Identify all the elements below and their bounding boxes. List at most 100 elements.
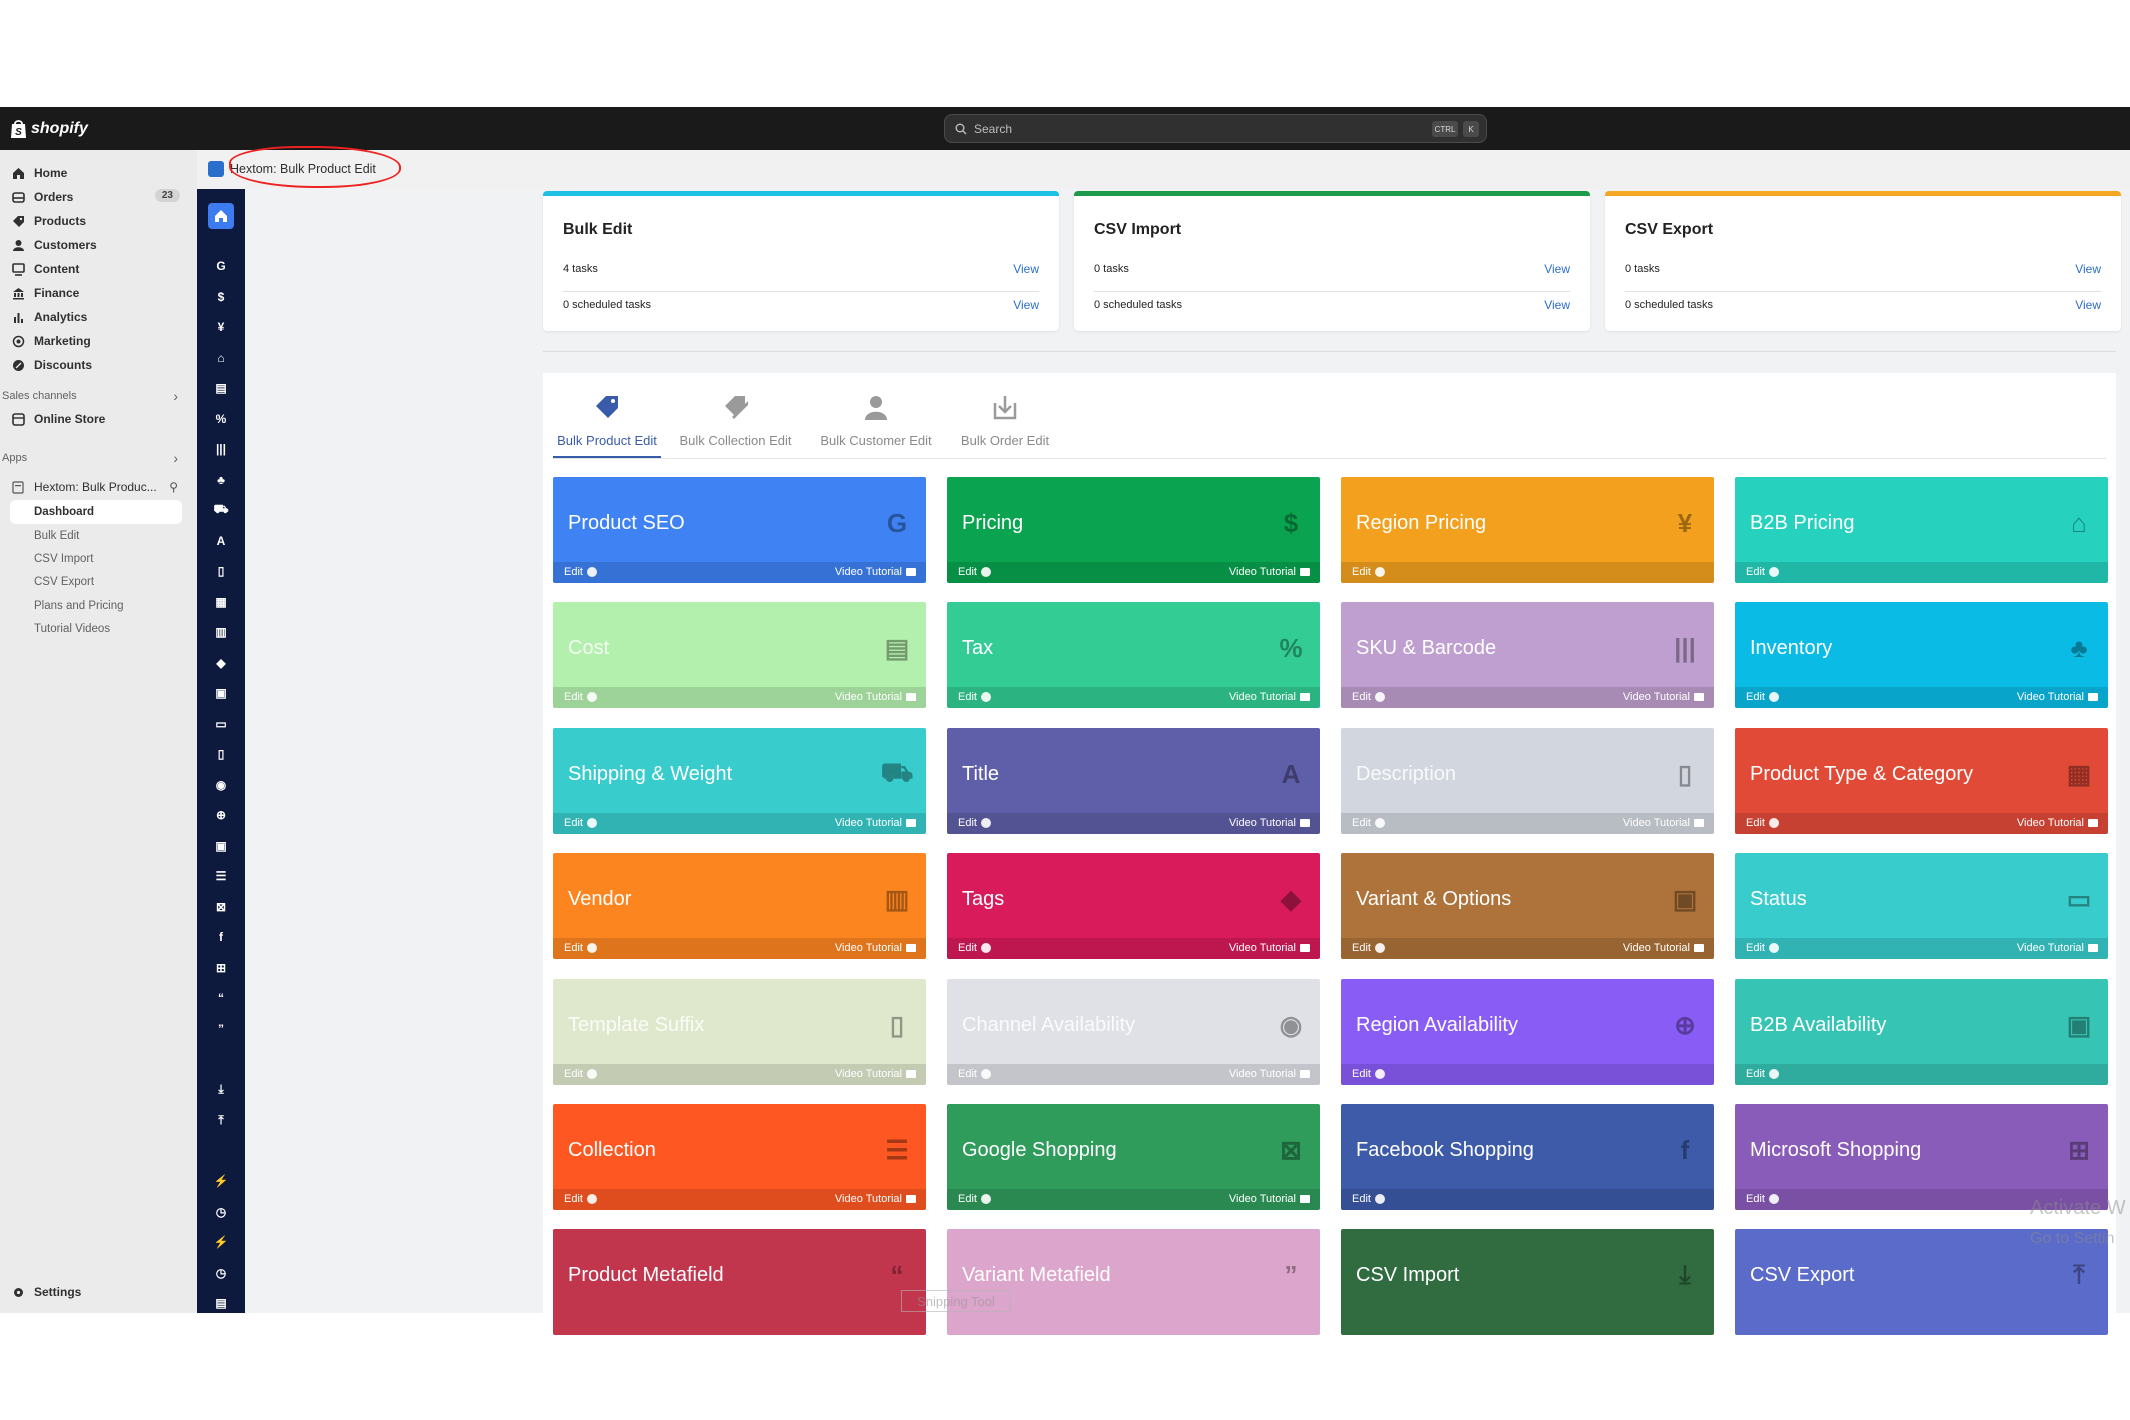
app-nav-icon[interactable]: ▭	[197, 713, 245, 735]
app-nav-icon[interactable]: ▤	[197, 1292, 245, 1314]
edit-link[interactable]: Edit	[1352, 1068, 1385, 1080]
edit-link[interactable]: Edit	[958, 1068, 991, 1080]
video-tutorial-link[interactable]: Video Tutorial	[2017, 942, 2098, 954]
view-link[interactable]: View	[2075, 298, 2101, 312]
video-tutorial-link[interactable]: Video Tutorial	[1623, 691, 1704, 703]
sidebar-subitem-bulk-edit[interactable]: Bulk Edit	[34, 525, 79, 547]
sidebar-item-customers[interactable]: Customers	[12, 234, 182, 256]
edit-link[interactable]: Edit	[1746, 566, 1779, 578]
tile-status[interactable]: Status ▭ Edit Video Tutorial	[1735, 853, 2108, 959]
sidebar-item-discounts[interactable]: Discounts	[12, 354, 182, 376]
tile-description[interactable]: Description ▯ Edit Video Tutorial	[1341, 728, 1714, 834]
video-tutorial-link[interactable]: Video Tutorial	[1229, 566, 1310, 578]
sidebar-item-analytics[interactable]: Analytics	[12, 306, 182, 328]
video-tutorial-link[interactable]: Video Tutorial	[835, 691, 916, 703]
app-nav-icon[interactable]: ⊠	[197, 896, 245, 918]
sidebar-item-online-store[interactable]: Online Store	[12, 408, 182, 430]
app-nav-icon[interactable]: ▯	[197, 743, 245, 765]
edit-link[interactable]: Edit	[958, 942, 991, 954]
tile-variant-metafield[interactable]: Variant Metafield ”	[947, 1229, 1320, 1335]
tile-inventory[interactable]: Inventory ♣ Edit Video Tutorial	[1735, 602, 2108, 708]
app-nav-icon[interactable]: ☰	[197, 865, 245, 887]
view-link[interactable]: View	[1544, 298, 1570, 312]
search-input[interactable]: Search CTRL K	[944, 114, 1487, 143]
tile-region-availability[interactable]: Region Availability ⊕ Edit	[1341, 979, 1714, 1085]
tile-title[interactable]: Title A Edit Video Tutorial	[947, 728, 1320, 834]
video-tutorial-link[interactable]: Video Tutorial	[1623, 942, 1704, 954]
tile-b2b-pricing[interactable]: B2B Pricing ⌂ Edit	[1735, 477, 2108, 583]
edit-link[interactable]: Edit	[564, 691, 597, 703]
app-nav-icon[interactable]: ¥	[197, 316, 245, 338]
view-link[interactable]: View	[1013, 298, 1039, 312]
app-nav-icon[interactable]: G	[197, 255, 245, 277]
video-tutorial-link[interactable]: Video Tutorial	[1229, 942, 1310, 954]
app-nav-icon[interactable]: ⛟	[197, 499, 245, 521]
video-tutorial-link[interactable]: Video Tutorial	[1229, 1068, 1310, 1080]
app-nav-icon[interactable]: ◷	[197, 1262, 245, 1284]
app-nav-icon[interactable]: %	[197, 408, 245, 430]
shopify-logo[interactable]: S shopify	[10, 117, 88, 141]
edit-link[interactable]: Edit	[1352, 1193, 1385, 1205]
edit-link[interactable]: Edit	[1352, 942, 1385, 954]
edit-link[interactable]: Edit	[1746, 691, 1779, 703]
edit-link[interactable]: Edit	[1746, 942, 1779, 954]
edit-link[interactable]: Edit	[564, 942, 597, 954]
edit-link[interactable]: Edit	[564, 1193, 597, 1205]
edit-link[interactable]: Edit	[1746, 1068, 1779, 1080]
video-tutorial-link[interactable]: Video Tutorial	[1623, 817, 1704, 829]
app-nav-icon[interactable]: f	[197, 926, 245, 948]
tile-tax[interactable]: Tax% Edit Video Tutorial	[947, 602, 1320, 708]
tab-bulk-customer-edit[interactable]: Bulk Customer Edit	[816, 373, 936, 461]
edit-link[interactable]: Edit	[958, 566, 991, 578]
app-nav-icon[interactable]: ◆	[197, 652, 245, 674]
edit-link[interactable]: Edit	[958, 691, 991, 703]
tile-product-metafield[interactable]: Product Metafield “	[553, 1229, 926, 1335]
app-nav-icon[interactable]: ▦	[197, 591, 245, 613]
sidebar-item-finance[interactable]: Finance	[12, 282, 182, 304]
tile-product-type-category[interactable]: Product Type & Category ▦ Edit Video Tutori…	[1735, 728, 2108, 834]
edit-link[interactable]: Edit	[1352, 691, 1385, 703]
tile-b2b-availability[interactable]: B2B Availability ▣ Edit	[1735, 979, 2108, 1085]
app-nav-icon[interactable]: A	[197, 530, 245, 552]
sidebar-item-orders[interactable]: Orders 23	[12, 186, 182, 208]
view-link[interactable]: View	[2075, 262, 2101, 276]
view-link[interactable]: View	[1544, 262, 1570, 276]
tile-facebook-shopping[interactable]: Facebook Shopping f Edit	[1341, 1104, 1714, 1210]
edit-link[interactable]: Edit	[564, 566, 597, 578]
tile-pricing[interactable]: Pricing $ Edit Video Tutorial	[947, 477, 1320, 583]
video-tutorial-link[interactable]: Video Tutorial	[835, 1193, 916, 1205]
edit-link[interactable]: Edit	[564, 817, 597, 829]
sidebar-item-hextom-app[interactable]: Hextom: Bulk Produc... ⚲	[12, 476, 182, 498]
sidebar-subitem-csv-import[interactable]: CSV Import	[34, 548, 93, 570]
sidebar-subitem-csv-export[interactable]: CSV Export	[34, 571, 94, 593]
video-tutorial-link[interactable]: Video Tutorial	[1229, 817, 1310, 829]
sidebar-subitem-dashboard[interactable]: Dashboard	[34, 501, 94, 523]
edit-link[interactable]: Edit	[1352, 817, 1385, 829]
view-link[interactable]: View	[1013, 262, 1039, 276]
app-nav-icon[interactable]: $	[197, 286, 245, 308]
tile-sku-barcode[interactable]: SKU & Barcode ||| Edit Video Tutorial	[1341, 602, 1714, 708]
video-tutorial-link[interactable]: Video Tutorial	[1229, 1193, 1310, 1205]
app-nav-icon[interactable]: ⊞	[197, 957, 245, 979]
edit-link[interactable]: Edit	[958, 817, 991, 829]
app-nav-icon[interactable]: ◷	[197, 1201, 245, 1223]
app-nav-icon[interactable]: ◉	[197, 774, 245, 796]
tile-microsoft-shopping[interactable]: Microsoft Shopping ⊞ Edit	[1735, 1104, 2108, 1210]
tile-product-seo[interactable]: Product SEO G Edit Video Tutorial	[553, 477, 926, 583]
apps-heading[interactable]: Apps ›	[2, 450, 178, 466]
app-nav-icon[interactable]: ”	[197, 1018, 245, 1040]
dashboard-home-icon[interactable]	[208, 203, 234, 229]
edit-link[interactable]: Edit	[1746, 1193, 1779, 1205]
app-nav-icon[interactable]: |||	[197, 438, 245, 460]
video-tutorial-link[interactable]: Video Tutorial	[2017, 817, 2098, 829]
edit-link[interactable]: Edit	[958, 1193, 991, 1205]
tile-template-suffix[interactable]: Template Suffix ▯ Edit Video Tutorial	[553, 979, 926, 1085]
tile-cost[interactable]: Cost ▤ Edit Video Tutorial	[553, 602, 926, 708]
video-tutorial-link[interactable]: Video Tutorial	[2017, 691, 2098, 703]
sidebar-item-settings[interactable]: Settings	[12, 1281, 182, 1303]
tile-csv-import[interactable]: CSV Import ⤓	[1341, 1229, 1714, 1335]
app-nav-icon[interactable]: ⤓	[197, 1079, 245, 1101]
app-nav-icon[interactable]: ▣	[197, 682, 245, 704]
video-tutorial-link[interactable]: Video Tutorial	[1229, 691, 1310, 703]
sidebar-item-content[interactable]: Content	[12, 258, 182, 280]
